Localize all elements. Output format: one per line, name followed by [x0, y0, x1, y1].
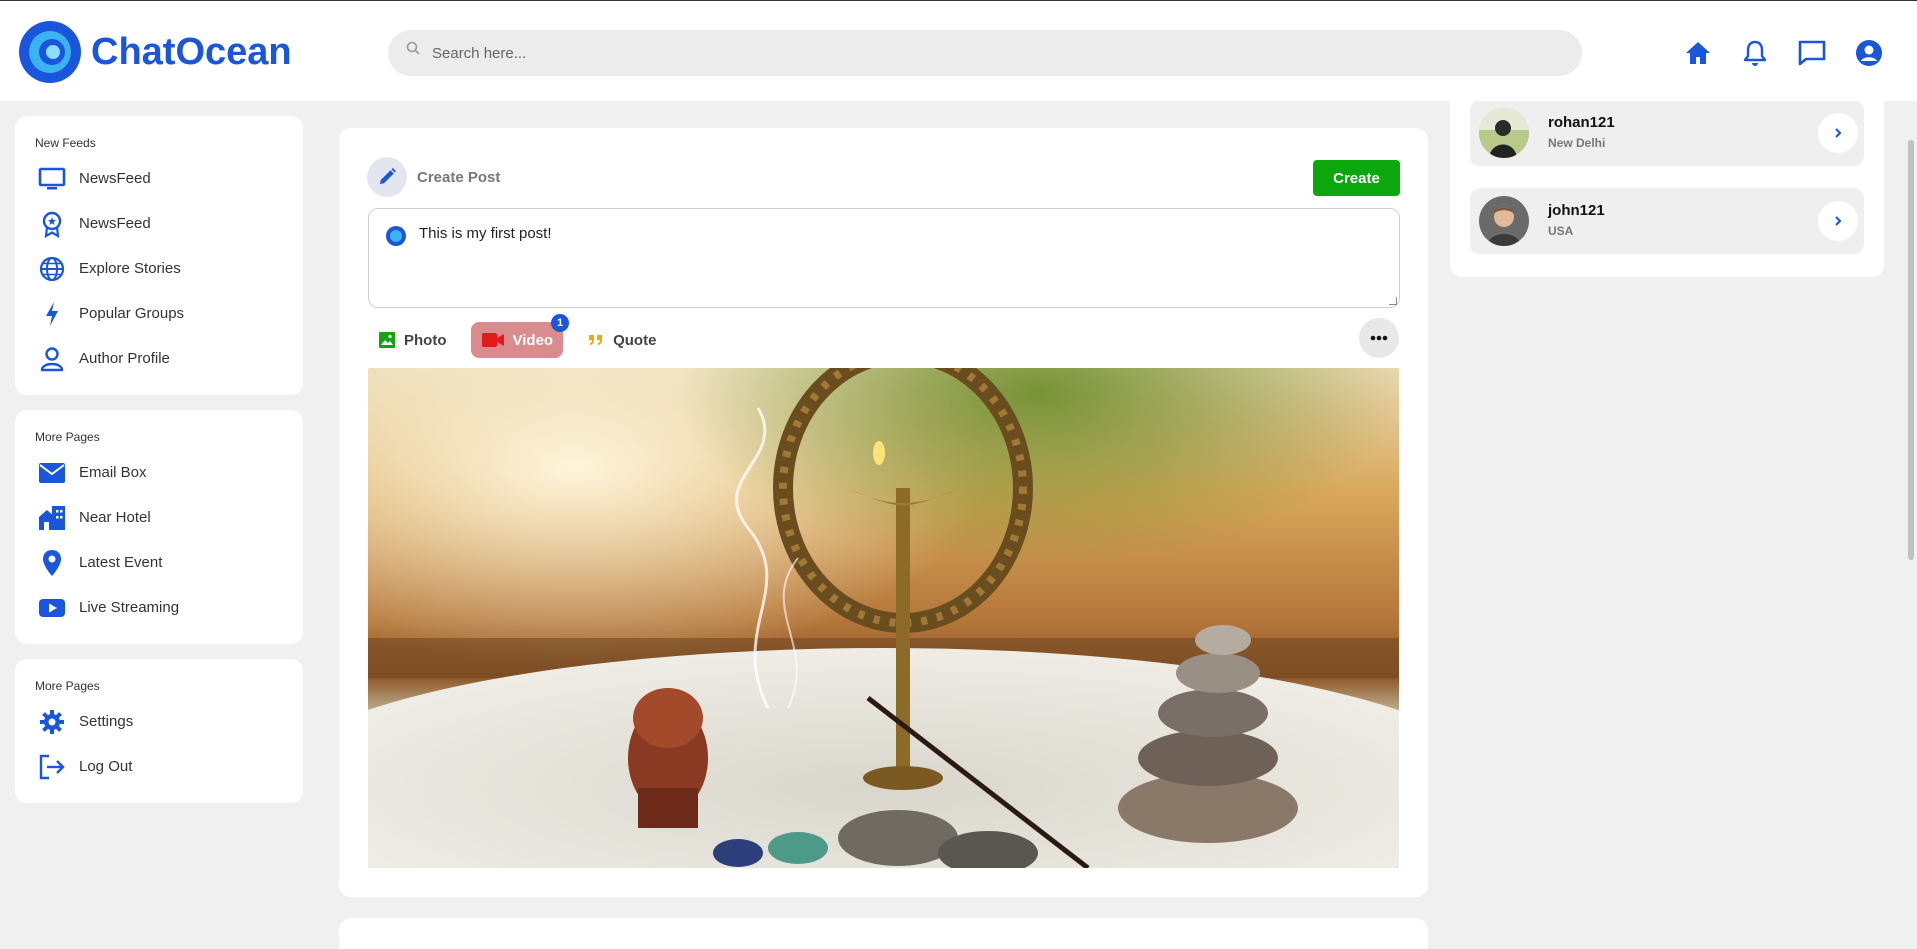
- sidebar-item-label: Popular Groups: [79, 305, 185, 322]
- sidebar-more-pages: More Pages Email Box Near Hotel Latest E…: [15, 410, 303, 644]
- photo-button[interactable]: Photo: [368, 322, 457, 358]
- search-input[interactable]: [432, 44, 1432, 62]
- create-post-header: Create Post: [367, 157, 500, 197]
- sidebar-item-label: Near Hotel: [79, 509, 151, 526]
- sidebar-item-log-out[interactable]: Log Out: [15, 744, 303, 789]
- next-post-card: [339, 918, 1428, 949]
- ellipsis-icon: [1370, 335, 1388, 341]
- sidebar-item-settings[interactable]: Settings: [15, 699, 303, 744]
- sidebar-item-label: NewsFeed: [79, 215, 151, 232]
- search-icon: [406, 41, 420, 60]
- post-actions: Photo Video 1 Quote: [368, 314, 680, 359]
- avatar: [1479, 108, 1529, 158]
- map-pin-icon: [37, 548, 67, 578]
- logout-icon: [37, 752, 67, 782]
- app-name: ChatOcean: [91, 30, 292, 73]
- youtube-icon: [37, 593, 67, 623]
- video-count-badge: 1: [551, 314, 570, 332]
- avatar: [386, 226, 406, 246]
- badge-star-icon: [37, 209, 67, 239]
- sidebar-new-feeds: New Feeds NewsFeed NewsFeed Explore Stor…: [15, 116, 303, 395]
- sidebar-item-near-hotel[interactable]: Near Hotel: [15, 495, 303, 540]
- user-circle-icon[interactable]: [1851, 35, 1887, 71]
- gear-icon: [37, 707, 67, 737]
- top-header: ChatOcean: [0, 1, 1917, 101]
- sidebar-item-newsfeed-badge[interactable]: NewsFeed: [15, 201, 303, 246]
- page-scrollbar[interactable]: [1908, 140, 1914, 560]
- sidebar-item-label: Explore Stories: [79, 260, 181, 277]
- sidebar-account-pages: More Pages Settings Log Out: [15, 659, 303, 803]
- video-label: Video: [512, 331, 554, 349]
- resize-handle[interactable]: [1389, 297, 1397, 305]
- app-logo[interactable]: ChatOcean: [19, 21, 292, 83]
- sidebar-item-label: Live Streaming: [79, 599, 180, 616]
- sidebar-item-live-streaming[interactable]: Live Streaming: [15, 585, 303, 630]
- chatocean-logo-icon: [19, 21, 81, 83]
- image-icon: [378, 331, 396, 349]
- hotel-icon: [37, 503, 67, 533]
- quote-button[interactable]: Quote: [577, 322, 666, 358]
- friend-item[interactable]: rohan121 New Delhi: [1470, 100, 1864, 166]
- friend-name: rohan121: [1548, 114, 1615, 131]
- pencil-icon: [367, 157, 407, 197]
- sidebar-item-label: NewsFeed: [79, 170, 151, 187]
- video-camera-icon: [481, 331, 505, 349]
- create-post-label: Create Post: [417, 168, 501, 186]
- sidebar-item-label: Log Out: [79, 758, 133, 775]
- sidebar-item-newsfeed[interactable]: NewsFeed: [15, 156, 303, 201]
- globe-icon: [37, 254, 67, 284]
- search-bar[interactable]: [388, 30, 1582, 76]
- envelope-icon: [37, 458, 67, 488]
- quote-icon: [587, 332, 605, 348]
- friend-name: john121: [1548, 202, 1605, 219]
- sidebar-section-title: More Pages: [35, 679, 100, 693]
- person-icon: [37, 344, 67, 374]
- friend-location: New Delhi: [1548, 136, 1606, 150]
- video-button[interactable]: Video 1: [470, 314, 570, 358]
- chevron-right-icon[interactable]: [1818, 201, 1858, 241]
- post-textarea[interactable]: This is my first post!: [368, 208, 1400, 308]
- friend-item[interactable]: john121 USA: [1470, 188, 1864, 254]
- quote-label: Quote: [613, 331, 657, 349]
- sidebar-item-label: Email Box: [79, 464, 147, 481]
- sidebar-item-latest-event[interactable]: Latest Event: [15, 540, 303, 585]
- post-image: [368, 368, 1399, 868]
- photo-label: Photo: [404, 331, 447, 349]
- create-button[interactable]: Create: [1313, 160, 1400, 196]
- monitor-icon: [37, 164, 67, 194]
- bolt-icon: [37, 299, 67, 329]
- home-icon[interactable]: [1680, 35, 1716, 71]
- chevron-right-icon[interactable]: [1818, 113, 1858, 153]
- chat-icon[interactable]: [1794, 35, 1830, 71]
- sidebar-item-popular-groups[interactable]: Popular Groups: [15, 291, 303, 336]
- sidebar-section-title: New Feeds: [35, 136, 96, 150]
- sidebar-item-author-profile[interactable]: Author Profile: [15, 336, 303, 381]
- friend-location: USA: [1548, 224, 1574, 238]
- post-text: This is my first post!: [419, 225, 552, 242]
- bell-icon[interactable]: [1737, 35, 1773, 71]
- sidebar-item-label: Latest Event: [79, 554, 163, 571]
- sidebar-section-title: More Pages: [35, 430, 100, 444]
- more-options-button[interactable]: [1359, 318, 1399, 358]
- sidebar-item-email-box[interactable]: Email Box: [15, 450, 303, 495]
- avatar: [1479, 196, 1529, 246]
- sidebar-item-label: Settings: [79, 713, 134, 730]
- sidebar-item-label: Author Profile: [79, 350, 170, 367]
- sidebar-item-explore-stories[interactable]: Explore Stories: [15, 246, 303, 291]
